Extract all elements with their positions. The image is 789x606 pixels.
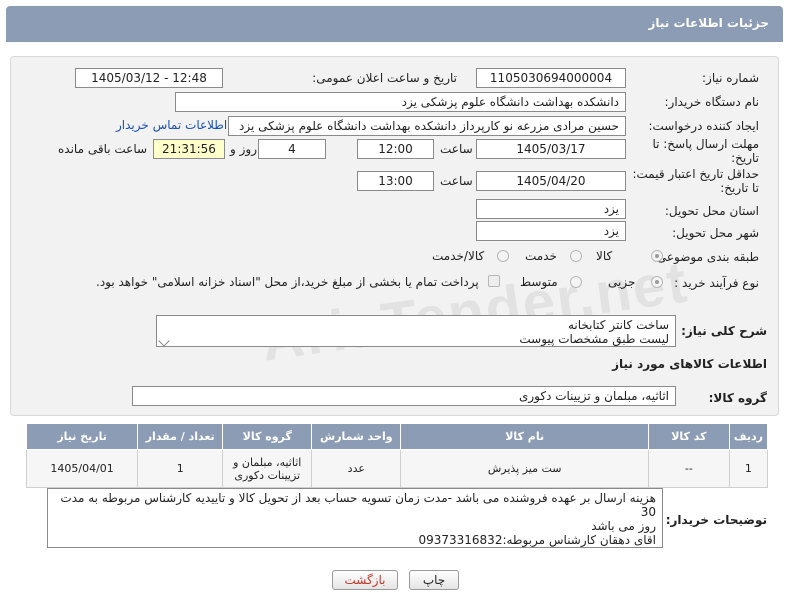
price-validity-time-label: ساعت [440,174,473,188]
general-desc-line2: لیست طبق مشخصات پیوست [519,332,669,346]
buyer-notes-label: توضیحات خریدار: [665,513,767,527]
general-desc-line1: ساخت کانتر کتابخانه [568,318,669,332]
treasury-checkbox[interactable] [488,275,500,287]
col-group: گروه کالا [222,423,313,450]
buyer-notes-textarea[interactable]: هزینه ارسال بر عهده فروشنده می باشد -مدت… [47,488,663,548]
buyer-org-label: نام دستگاه خریدار: [664,95,760,109]
col-name: نام کالا [400,423,649,450]
cell-unit: عدد [311,449,402,488]
delivery-province-label: استان محل تحویل: [664,204,759,218]
col-row: ردیف [728,423,769,450]
goods-group-field[interactable]: اثاثیه، مبلمان و تزیینات دکوری [132,386,676,406]
col-unit: واحد شمارش [311,423,402,450]
purchase-radio-medium[interactable] [570,276,582,288]
price-validity-time-field[interactable]: 13:00 [357,171,434,191]
back-button[interactable]: بازگشت [332,570,398,590]
category-option-goods: کالا [596,249,613,263]
requester-field[interactable]: حسین مرادی مزرعه نو کارپرداز دانشکده بهد… [228,116,626,136]
announce-datetime-field[interactable]: 1405/03/12 - 12:48 [75,68,223,88]
remaining-time-field[interactable]: 21:31:56 [153,139,225,159]
remaining-time-label: ساعت باقی مانده [58,142,148,156]
reply-deadline-label: مهلت ارسال پاسخ: تا [652,137,759,151]
announce-datetime-label: تاریخ و ساعت اعلان عمومی: [312,71,457,85]
goods-table-header: ردیف کد کالا نام کالا واحد شمارش گروه کا… [25,423,769,450]
purchase-option-medium: متوسط [520,275,558,289]
purchase-radio-minor[interactable] [651,276,663,288]
reply-time-label: ساعت [440,142,473,156]
buyer-notes-line2: روز می باشد [591,519,656,533]
category-option-goods-service: کالا/خدمت [432,249,485,263]
category-radio-goods[interactable] [651,250,663,262]
cell-quantity: 1 [137,449,224,488]
need-number-field[interactable]: 1105030694000004 [476,68,626,88]
col-quantity: تعداد / مقدار [137,423,224,450]
reply-deadline-label-date: تاریخ: [731,151,759,165]
delivery-province-field[interactable]: یزد [476,199,626,219]
reply-deadline-date-field[interactable]: 1405/03/17 [476,139,626,159]
cell-code: -- [647,449,730,488]
price-validity-label: حداقل تاریخ اعتبار قیمت: [632,167,759,181]
goods-section-title: اطلاعات کالاهای مورد نیاز [612,357,767,371]
col-code: کد کالا [647,423,730,450]
general-desc-textarea[interactable]: ساخت کانتر کتابخانه لیست طبق مشخصات پیوس… [156,315,676,347]
goods-group-label: گروه کالا: [708,391,767,405]
cell-row: 1 [728,449,769,488]
cell-need-date: 1405/04/01 [25,449,139,488]
price-validity-date-field[interactable]: 1405/04/20 [476,171,626,191]
col-need-date: تاریخ نیاز [25,423,139,450]
requester-label: ایجاد کننده درخواست: [648,119,759,133]
buyer-org-field[interactable]: دانشکده بهداشت دانشگاه علوم پزشکی یزد [175,92,626,112]
category-option-service: خدمت [525,249,557,263]
purchase-type-label: نوع فرآیند خرید : [674,276,759,290]
category-label: طبقه بندی موضوعی: [652,250,759,264]
delivery-city-label: شهر محل تحویل: [672,226,759,240]
reply-time-field[interactable]: 12:00 [357,139,434,159]
buyer-notes-line1: هزینه ارسال بر عهده فروشنده می باشد -مدت… [60,491,656,519]
table-row[interactable]: 1 -- ست میز پذیرش عدد اثاثیه، مبلمان و ت… [25,449,769,488]
title-bar: جزئیات اطلاعات نیاز [6,6,783,42]
category-radio-goods-service[interactable] [497,250,509,262]
goods-table: ردیف کد کالا نام کالا واحد شمارش گروه کا… [25,423,769,488]
remaining-days-field[interactable]: 4 [258,139,326,159]
buyer-notes-line3: اقای دهقان کارشناس مربوطه:09373316832 [418,533,656,547]
print-button[interactable]: چاپ [409,570,459,590]
purchase-option-minor: جزیی [608,275,636,289]
delivery-city-field[interactable]: یزد [476,221,626,241]
need-number-label: شماره نیاز: [702,71,759,85]
price-validity-label-date: تا تاریخ: [720,181,759,195]
general-desc-label: شرح کلی نیاز: [681,324,767,338]
category-radio-service[interactable] [570,250,582,262]
cell-name: ست میز پذیرش [400,449,649,488]
treasury-note: پرداخت تمام یا بخشی از مبلغ خرید،از محل … [96,275,479,289]
page-title: جزئیات اطلاعات نیاز [648,16,769,30]
cell-group: اثاثیه، مبلمان و تزیینات دکوری [222,449,313,488]
buyer-contact-link[interactable]: اطلاعات تماس خریدار [116,118,227,132]
days-label: روز و [230,142,257,156]
